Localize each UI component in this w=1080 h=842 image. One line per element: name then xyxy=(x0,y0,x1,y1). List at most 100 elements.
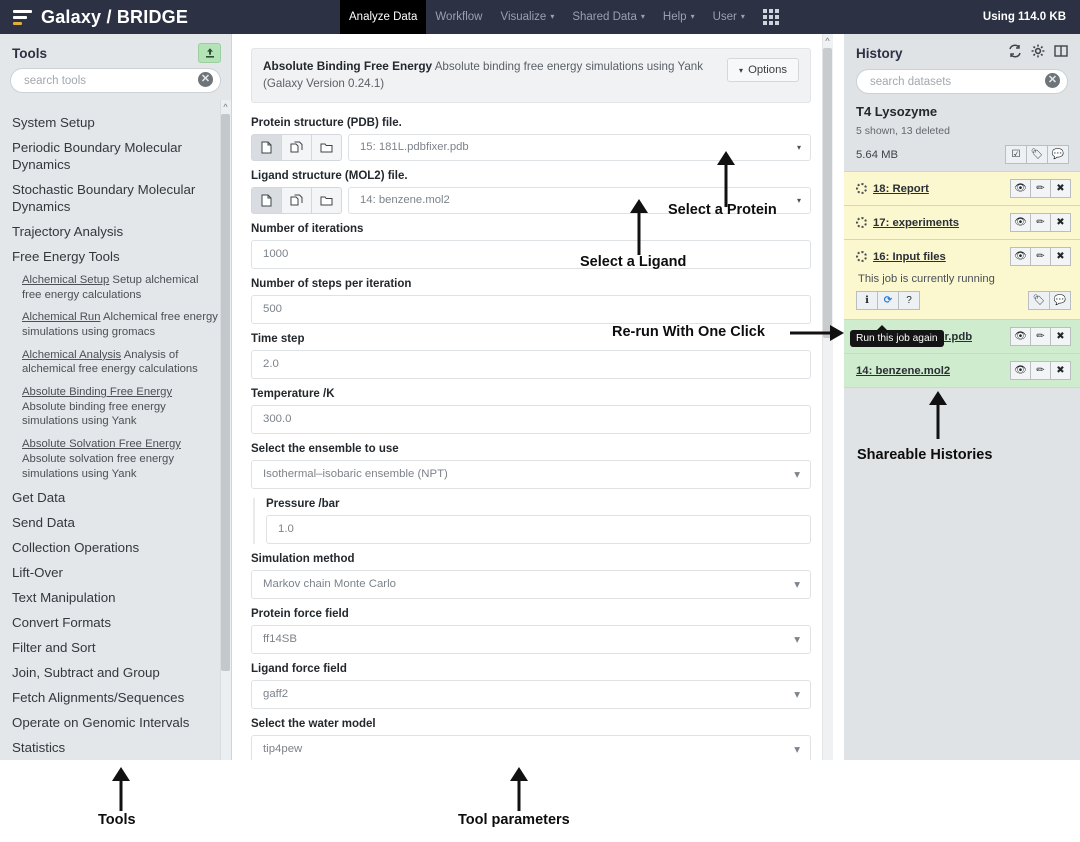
tool-item-absolute-binding-free-energy[interactable]: Absolute Binding Free Energy Absolute bi… xyxy=(12,381,218,433)
edit-pencil-icon[interactable]: ✏ xyxy=(1030,327,1051,346)
tool-item-alchemical-setup[interactable]: Alchemical Setup Setup alchemical free e… xyxy=(12,269,218,306)
tool-section-convert-formats[interactable]: Convert Formats xyxy=(12,610,218,635)
annotation-select-a-protein: Select a Protein xyxy=(668,202,777,218)
tool-section-periodic-boundary-md[interactable]: Periodic Boundary Molecular Dynamics xyxy=(12,135,218,177)
display-eye-icon[interactable]: 👁 xyxy=(1010,247,1031,266)
display-eye-icon[interactable]: 👁 xyxy=(1010,179,1031,198)
edit-pencil-icon[interactable]: ✏ xyxy=(1030,213,1051,232)
edit-pencil-icon[interactable]: ✏ xyxy=(1030,247,1051,266)
annotation-icon[interactable]: 💬 xyxy=(1049,291,1071,310)
history-name[interactable]: T4 Lysozyme xyxy=(844,102,1080,123)
apps-grid-icon[interactable] xyxy=(762,9,779,25)
nav-shared-data[interactable]: Shared Data ▾ xyxy=(563,0,654,34)
tool-section-collection-operations[interactable]: Collection Operations xyxy=(12,535,218,560)
protein-structure-select[interactable]: 15: 181L.pdbfixer.pdb ▾ xyxy=(348,133,811,161)
history-item-title[interactable]: 18: Report xyxy=(873,183,929,195)
dataset-collection-icon[interactable] xyxy=(311,186,342,214)
tool-section-send-data[interactable]: Send Data xyxy=(12,510,218,535)
tool-item-name: Absolute Solvation Free Energy xyxy=(22,438,181,451)
tool-form-heading: Absolute Binding Free Energy Absolute bi… xyxy=(263,58,717,93)
clear-circle-icon[interactable]: ✕ xyxy=(1045,73,1060,88)
display-eye-icon[interactable]: 👁 xyxy=(1010,327,1031,346)
single-dataset-icon[interactable] xyxy=(251,186,282,214)
tool-section-operate-genomic-intervals[interactable]: Operate on Genomic Intervals xyxy=(12,710,218,735)
tool-section-lift-over[interactable]: Lift-Over xyxy=(12,560,218,585)
options-button[interactable]: ▾ Options xyxy=(727,58,799,82)
upload-icon[interactable] xyxy=(198,43,221,63)
nav-visualize[interactable]: Visualize ▾ xyxy=(491,0,563,34)
nav-analyze-data[interactable]: Analyze Data xyxy=(340,0,427,34)
delete-x-icon[interactable]: ✖ xyxy=(1050,213,1071,232)
clear-circle-icon[interactable]: ✕ xyxy=(198,72,213,87)
multiple-datasets-icon[interactable] xyxy=(281,133,312,161)
rerun-icon[interactable]: ⟳ xyxy=(877,291,899,310)
center-panel-scroll-thumb[interactable] xyxy=(823,48,832,338)
ensemble-select[interactable]: Isothermal–isobaric ensemble (NPT) ▾ xyxy=(251,459,811,489)
time-step-input[interactable] xyxy=(251,349,811,379)
display-eye-icon[interactable]: 👁 xyxy=(1010,213,1031,232)
search-tools-input[interactable] xyxy=(10,68,221,93)
history-item-18-report[interactable]: 18: Report 👁 ✏ ✖ xyxy=(844,171,1080,206)
protein-force-field-select[interactable]: ff14SB ▾ xyxy=(251,624,811,654)
tool-section-trajectory-analysis[interactable]: Trajectory Analysis xyxy=(12,219,218,244)
tool-section-system-setup[interactable]: System Setup xyxy=(12,110,218,135)
water-model-select[interactable]: tip4pew ▾ xyxy=(251,734,811,760)
tool-section-fetch-alignments[interactable]: Fetch Alignments/Sequences xyxy=(12,685,218,710)
columns-icon[interactable] xyxy=(1054,44,1068,63)
tool-section-free-energy-tools[interactable]: Free Energy Tools xyxy=(12,244,218,269)
nav-workflow[interactable]: Workflow xyxy=(426,0,491,34)
select-items-icon[interactable]: ☑ xyxy=(1005,145,1027,164)
ligand-force-field-select[interactable]: gaff2 ▾ xyxy=(251,679,811,709)
delete-x-icon[interactable]: ✖ xyxy=(1050,247,1071,266)
history-item-16-input-files[interactable]: 16: Input files 👁 ✏ ✖ This job is curren… xyxy=(844,239,1080,320)
search-datasets-input[interactable] xyxy=(856,69,1068,94)
tool-item-alchemical-run[interactable]: Alchemical Run Alchemical free energy si… xyxy=(12,306,218,343)
brand[interactable]: Galaxy / BRIDGE xyxy=(0,7,340,28)
delete-x-icon[interactable]: ✖ xyxy=(1050,361,1071,380)
help-question-icon[interactable]: ? xyxy=(898,291,920,310)
tool-section-get-data[interactable]: Get Data xyxy=(12,485,218,510)
tool-section-statistics[interactable]: Statistics xyxy=(12,735,218,760)
edit-pencil-icon[interactable]: ✏ xyxy=(1030,179,1051,198)
history-item-title[interactable]: 14: benzene.mol2 xyxy=(856,365,950,377)
tool-item-name: Alchemical Run xyxy=(22,311,101,324)
tool-section-text-manipulation[interactable]: Text Manipulation xyxy=(12,585,218,610)
tool-item-absolute-solvation-free-energy[interactable]: Absolute Solvation Free Energy Absolute … xyxy=(12,433,218,485)
field-protein-force-field: Protein force field ff14SB ▾ xyxy=(251,608,811,654)
simulation-method-select[interactable]: Markov chain Monte Carlo ▾ xyxy=(251,569,811,599)
job-extra-buttons: 🏷 💬 xyxy=(1028,291,1071,310)
multiple-datasets-icon[interactable] xyxy=(281,186,312,214)
tool-section-filter-and-sort[interactable]: Filter and Sort xyxy=(12,635,218,660)
delete-x-icon[interactable]: ✖ xyxy=(1050,327,1071,346)
history-item-title[interactable]: 16: Input files xyxy=(873,251,946,263)
scroll-up-icon[interactable]: ^ xyxy=(221,102,230,112)
history-item-title[interactable]: 17: experiments xyxy=(873,217,959,229)
history-item-actions: 👁 ✏ ✖ xyxy=(1010,327,1071,346)
dataset-collection-icon[interactable] xyxy=(311,133,342,161)
gear-icon[interactable] xyxy=(1031,44,1045,63)
tool-item-alchemical-analysis[interactable]: Alchemical Analysis Analysis of alchemic… xyxy=(12,344,218,381)
edit-pencil-icon[interactable]: ✏ xyxy=(1030,361,1051,380)
tool-section-join-subtract-group[interactable]: Join, Subtract and Group xyxy=(12,660,218,685)
scroll-up-icon[interactable]: ^ xyxy=(823,36,832,46)
delete-x-icon[interactable]: ✖ xyxy=(1050,179,1071,198)
number-of-iterations-input[interactable] xyxy=(251,239,811,269)
history-item-17-experiments[interactable]: 17: experiments 👁 ✏ ✖ xyxy=(844,205,1080,240)
refresh-icon[interactable] xyxy=(1008,44,1022,63)
nav-user[interactable]: User ▾ xyxy=(704,0,754,34)
single-dataset-icon[interactable] xyxy=(251,133,282,161)
info-icon[interactable]: ℹ xyxy=(856,291,878,310)
annotation-icon[interactable]: 💬 xyxy=(1047,145,1069,164)
tool-form-title: Absolute Binding Free Energy xyxy=(263,59,433,73)
tag-icon[interactable]: 🏷 xyxy=(1026,145,1048,164)
tag-icon[interactable]: 🏷 xyxy=(1028,291,1050,310)
galaxy-hamburger-logo-icon[interactable] xyxy=(13,9,32,26)
pressure-input[interactable] xyxy=(266,514,811,544)
display-eye-icon[interactable]: 👁 xyxy=(1010,361,1031,380)
temperature-input[interactable] xyxy=(251,404,811,434)
history-item-14-benzene-mol2[interactable]: 14: benzene.mol2 👁 ✏ ✖ xyxy=(844,353,1080,388)
steps-per-iteration-input[interactable] xyxy=(251,294,811,324)
nav-help[interactable]: Help ▾ xyxy=(654,0,704,34)
tool-section-stochastic-boundary-md[interactable]: Stochastic Boundary Molecular Dynamics xyxy=(12,177,218,219)
tool-panel-scroll-thumb[interactable] xyxy=(221,114,230,671)
